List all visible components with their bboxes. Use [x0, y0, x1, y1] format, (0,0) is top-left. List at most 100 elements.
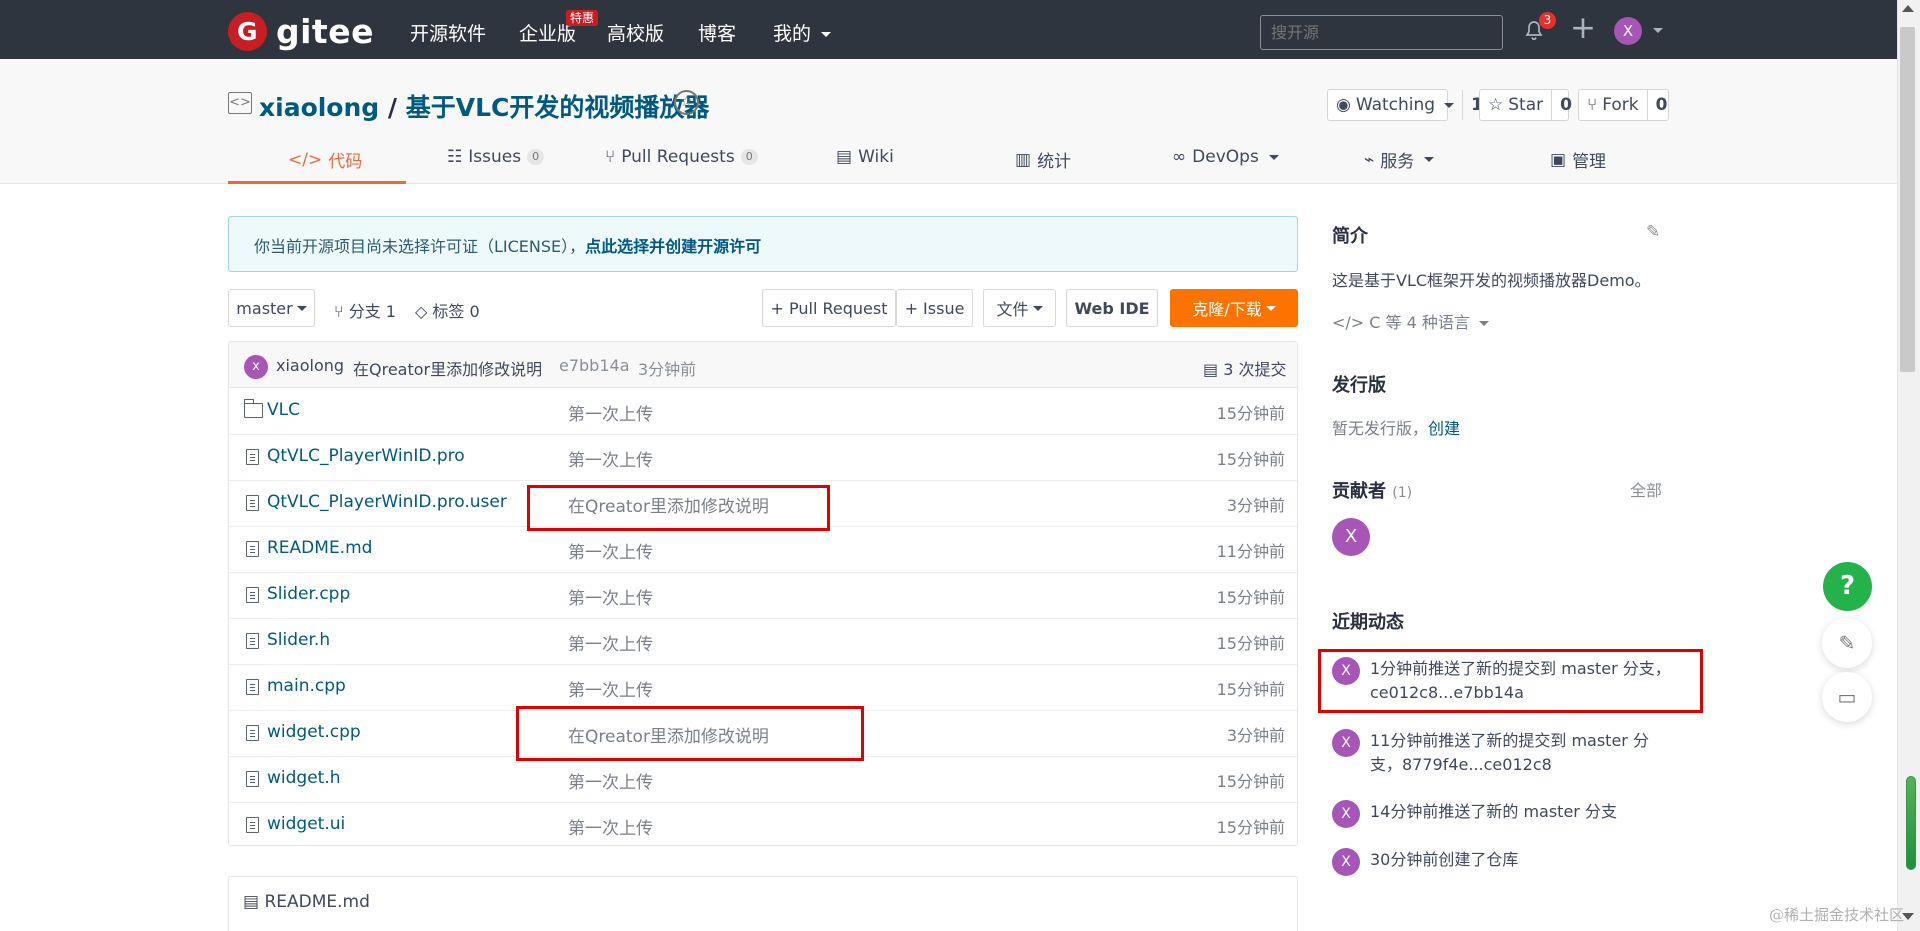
repository-name-link[interactable]: 基于VLC开发的视频播放器: [406, 93, 710, 122]
nav-education[interactable]: 高校版: [607, 19, 664, 46]
file-commit-message[interactable]: 第一次上传: [568, 814, 653, 839]
language-stats[interactable]: </> C 等 4 种语言: [1332, 309, 1490, 333]
tab-services[interactable]: ⌁ 服务: [1364, 147, 1435, 172]
commit-message-link[interactable]: 在Qreator里添加修改说明: [353, 356, 542, 380]
activity-text[interactable]: 30分钟前创建了仓库: [1370, 848, 1518, 876]
gitee-logo[interactable]: G gitee: [228, 12, 374, 51]
file-name-link[interactable]: widget.h: [267, 768, 341, 788]
highlight-box-widget-message: [516, 706, 864, 761]
tag-count-link[interactable]: ◇ 标签 0: [415, 298, 480, 322]
file-commit-message[interactable]: 第一次上传: [568, 676, 653, 701]
file-commit-message[interactable]: 第一次上传: [568, 768, 653, 793]
issues-count-badge: 0: [527, 149, 545, 165]
file-row[interactable]: widget.ui 第一次上传 15分钟前: [229, 803, 1297, 849]
clone-chevron-down-icon: [1265, 305, 1276, 311]
fork-button[interactable]: ⑂ Fork 0: [1578, 89, 1669, 121]
new-issue-button[interactable]: + Issue: [896, 289, 973, 327]
activity-item[interactable]: X 30分钟前创建了仓库: [1332, 848, 1672, 876]
tab-pull-requests[interactable]: ⑂ Pull Requests 0: [605, 147, 758, 167]
scrollbar-thumb[interactable]: [1900, 27, 1915, 372]
repository-medal-icon[interactable]: ☆: [674, 90, 699, 115]
file-updated-time: 15分钟前: [1216, 818, 1285, 837]
activity-text[interactable]: 14分钟前推送了新的 master 分支: [1370, 800, 1617, 828]
commit-hash[interactable]: e7bb14a: [559, 356, 630, 375]
edit-float-button[interactable]: ✎: [1822, 618, 1872, 668]
new-pull-request-button[interactable]: + Pull Request: [762, 289, 896, 327]
file-icon: [246, 679, 259, 695]
watching-label: Watching: [1355, 95, 1436, 115]
file-row[interactable]: QtVLC_PlayerWinID.pro 第一次上传 15分钟前: [229, 435, 1297, 481]
file-commit-message[interactable]: 第一次上传: [568, 630, 653, 655]
file-name-link[interactable]: Slider.cpp: [267, 584, 350, 604]
edit-intro-icon[interactable]: ✎: [1646, 222, 1660, 242]
file-name-link[interactable]: QtVLC_PlayerWinID.pro: [267, 446, 465, 466]
help-button[interactable]: ?: [1823, 562, 1872, 611]
user-avatar[interactable]: X: [1614, 17, 1642, 45]
file-name-link[interactable]: README.md: [267, 538, 372, 558]
nav-blog[interactable]: 博客: [698, 19, 736, 46]
web-ide-button[interactable]: Web IDE: [1066, 289, 1158, 327]
commit-author[interactable]: xiaolong: [276, 356, 344, 375]
file-commit-message[interactable]: 第一次上传: [568, 538, 653, 563]
nav-my-menu[interactable]: 我的: [773, 19, 832, 46]
user-menu-chevron-down-icon[interactable]: [1653, 28, 1663, 33]
activity-avatar[interactable]: X: [1332, 729, 1360, 757]
create-license-link[interactable]: 点此选择并创建开源许可: [585, 237, 761, 256]
folder-icon: [244, 399, 263, 418]
activity-avatar[interactable]: X: [1332, 800, 1360, 828]
tab-issues[interactable]: ☷ Issues 0: [447, 147, 545, 167]
all-contributors-link[interactable]: 全部: [1630, 477, 1662, 501]
branch-count-link[interactable]: ⑂ 分支 1: [334, 298, 396, 322]
file-menu-button[interactable]: 文件: [983, 289, 1056, 327]
activity-item[interactable]: X 11分钟前推送了新的提交到 master 分支，8779f4e...ce012…: [1332, 729, 1672, 777]
readme-title[interactable]: ▤ README.md: [243, 892, 370, 912]
file-updated-time: 3分钟前: [1226, 726, 1285, 745]
file-row[interactable]: Slider.cpp 第一次上传 15分钟前: [229, 573, 1297, 619]
clone-download-button[interactable]: 克隆/下载: [1170, 289, 1298, 327]
file-name-link[interactable]: widget.ui: [267, 814, 345, 834]
tab-devops[interactable]: ∞ DevOps: [1172, 147, 1279, 167]
commit-count-link[interactable]: ▤ 3 次提交: [1203, 356, 1287, 380]
message-float-button[interactable]: ▭: [1822, 672, 1872, 722]
scroll-up-arrow-icon[interactable]: [1902, 5, 1914, 12]
tab-statistics[interactable]: ▥ 统计: [1015, 147, 1071, 173]
activity-item[interactable]: X 14分钟前推送了新的 master 分支: [1332, 800, 1672, 828]
nav-open-source[interactable]: 开源软件: [410, 19, 486, 46]
file-name-link[interactable]: QtVLC_PlayerWinID.pro.user: [267, 492, 507, 512]
edit-icon: ✎: [1838, 631, 1856, 655]
branch-selector[interactable]: master: [228, 289, 315, 327]
code-icon: </>: [288, 149, 323, 170]
file-row[interactable]: VLC 第一次上传 15分钟前: [229, 389, 1297, 435]
tab-wiki[interactable]: ▤ Wiki: [836, 147, 894, 167]
file-row[interactable]: README.md 第一次上传 11分钟前: [229, 527, 1297, 573]
star-button[interactable]: ☆ Star 0: [1479, 89, 1572, 121]
file-row[interactable]: Slider.h 第一次上传 15分钟前: [229, 619, 1297, 665]
file-name-link[interactable]: main.cpp: [267, 676, 346, 696]
file-updated-time: 15分钟前: [1216, 450, 1285, 469]
repository-owner-link[interactable]: xiaolong: [259, 93, 379, 122]
create-plus-icon[interactable]: +: [1570, 12, 1596, 45]
contributors-count: (1): [1392, 485, 1413, 501]
releases-empty-label: 暂无发行版，: [1332, 419, 1429, 438]
tab-manage[interactable]: ▣ 管理: [1550, 147, 1606, 173]
contributor-avatar[interactable]: X: [1332, 518, 1370, 556]
file-commit-message[interactable]: 第一次上传: [568, 446, 653, 471]
create-release-link[interactable]: 创建: [1428, 419, 1460, 438]
notification-count-badge: 3: [1539, 12, 1556, 29]
commit-author-avatar[interactable]: x: [244, 355, 268, 379]
file-name-link[interactable]: widget.cpp: [267, 722, 361, 742]
file-name-link[interactable]: VLC: [267, 400, 300, 420]
file-row[interactable]: widget.h 第一次上传 15分钟前: [229, 757, 1297, 803]
activity-text[interactable]: 11分钟前推送了新的提交到 master 分支，8779f4e...ce012c…: [1370, 729, 1672, 777]
activity-avatar[interactable]: X: [1332, 848, 1360, 876]
file-commit-message[interactable]: 第一次上传: [568, 584, 653, 609]
active-tab-underline: [228, 181, 406, 184]
tab-code[interactable]: </> 代码: [288, 147, 362, 173]
file-commit-message[interactable]: 第一次上传: [568, 400, 653, 425]
fork-icon: ⑂: [1587, 95, 1598, 115]
file-updated-time: 15分钟前: [1216, 634, 1285, 653]
watching-button[interactable]: ◉ Watching 1: [1327, 89, 1483, 121]
search-input[interactable]: [1260, 15, 1503, 50]
file-name-link[interactable]: Slider.h: [267, 630, 330, 650]
file-row[interactable]: main.cpp 第一次上传 15分钟前: [229, 665, 1297, 711]
